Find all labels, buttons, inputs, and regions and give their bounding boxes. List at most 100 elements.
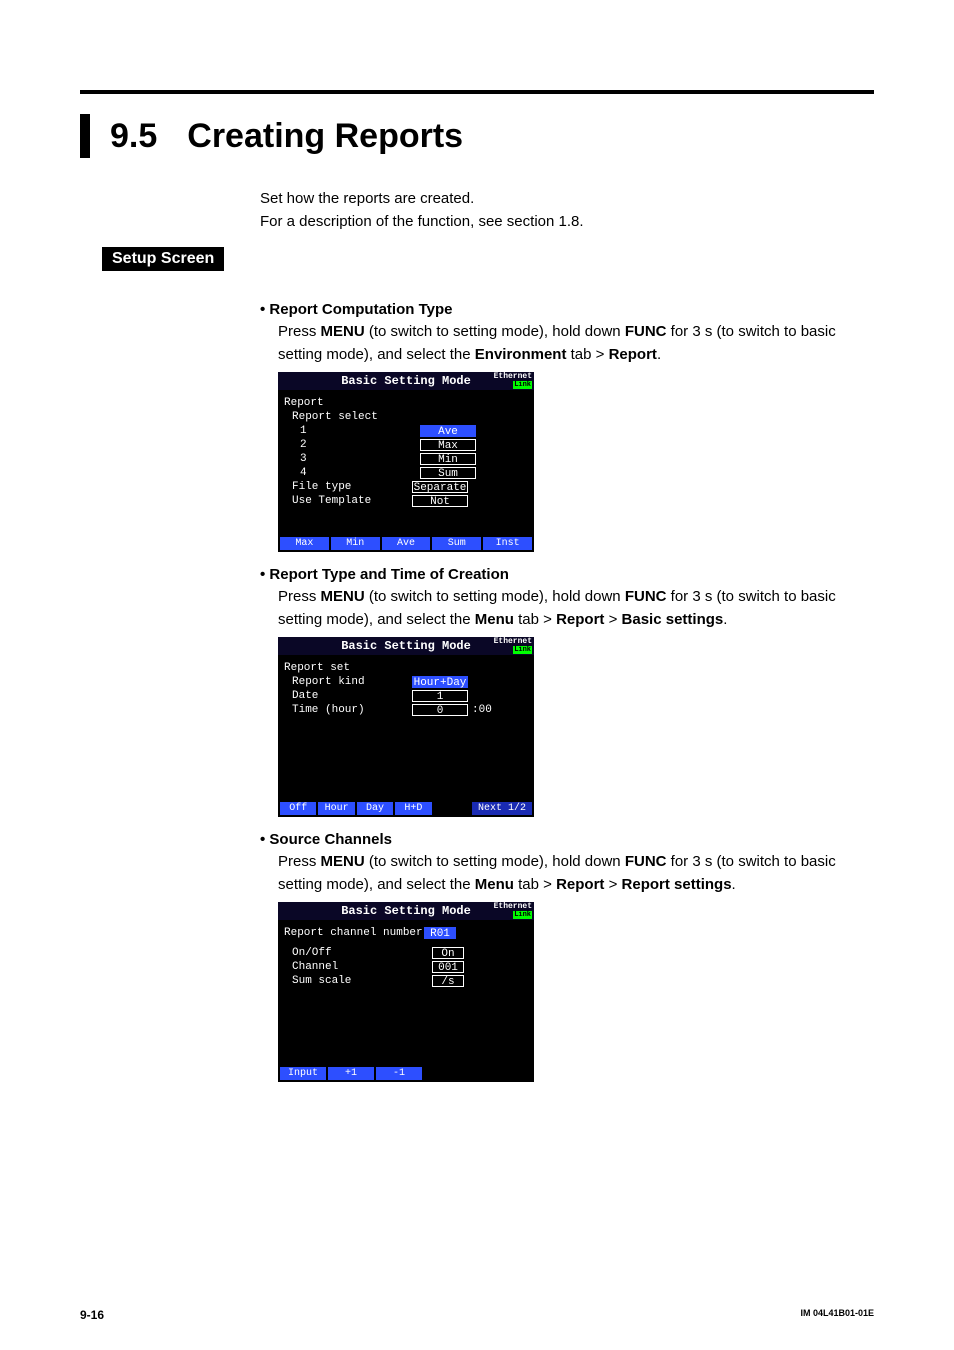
t: Press [278, 588, 321, 605]
t: Ethernet [494, 373, 532, 381]
t: > [604, 611, 621, 628]
section-header: 9.5 Creating Reports [80, 114, 874, 158]
t: (to switch to setting mode), hold down [365, 853, 625, 870]
softkey[interactable]: H+D [395, 802, 431, 815]
t: On/Off [284, 947, 432, 959]
shot1-footer: Max Min Ave Sum Inst [278, 535, 534, 552]
softkey[interactable]: Off [280, 802, 316, 815]
item-1: Report Computation Type Press MENU (to s… [260, 301, 874, 1082]
t: tab > [514, 876, 556, 893]
softkey[interactable]: Day [357, 802, 393, 815]
field[interactable]: Min [420, 453, 476, 465]
field[interactable]: /s [432, 975, 464, 987]
t: MENU [321, 323, 365, 340]
t: Press [278, 323, 321, 340]
t: MENU [321, 853, 365, 870]
section-title: Creating Reports [187, 114, 463, 158]
t: (to switch to setting mode), hold down [365, 323, 625, 340]
softkey[interactable]: -1 [376, 1067, 422, 1080]
item-3-instruction: Press MENU (to switch to setting mode), … [278, 851, 874, 896]
softkey[interactable]: Ave [382, 537, 431, 550]
field[interactable]: Max [420, 439, 476, 451]
screenshot-3: Basic Setting Mode Ethernet Link Report … [278, 902, 534, 1082]
shot-title: Basic Setting Mode [341, 904, 471, 918]
softkey[interactable]: Input [280, 1067, 326, 1080]
t: Date [284, 690, 412, 702]
intro-text: Set how the reports are created. For a d… [260, 188, 874, 233]
t: (to switch to setting mode), hold down [365, 588, 625, 605]
section-bar [80, 114, 90, 158]
field[interactable]: 1 [412, 690, 468, 702]
item-1-heading: Report Computation Type [260, 301, 874, 318]
t: Report kind [284, 676, 412, 688]
t: Environment [475, 346, 567, 363]
shot-title: Basic Setting Mode [341, 374, 471, 388]
field-selected[interactable]: R01 [424, 927, 456, 939]
t: tab > [566, 346, 608, 363]
softkey[interactable]: Hour [318, 802, 354, 815]
field-selected[interactable]: Ave [420, 425, 476, 437]
shot3-h1: Report channel number [284, 927, 424, 939]
softkey[interactable]: Inst [483, 537, 532, 550]
softkey[interactable]: +1 [328, 1067, 374, 1080]
spacer [424, 1067, 532, 1080]
page-number: 9-16 [80, 1308, 104, 1322]
ethernet-indicator: Ethernet Link [494, 373, 532, 389]
t: MENU [321, 588, 365, 605]
screenshot-2: Basic Setting Mode Ethernet Link Report … [278, 637, 534, 817]
field[interactable]: Not [412, 495, 468, 507]
t: 3 [284, 453, 420, 465]
item-1-instruction: Press MENU (to switch to setting mode), … [278, 321, 874, 366]
t: Use Template [284, 495, 412, 507]
t: Channel [284, 961, 432, 973]
shot2-h1: Report set [284, 662, 404, 674]
softkey-next[interactable]: Next 1/2 [472, 802, 532, 815]
field[interactable]: Sum [420, 467, 476, 479]
t: Link [513, 646, 532, 654]
t: Report [556, 611, 604, 628]
shot-2-titlebar: Basic Setting Mode Ethernet Link [278, 637, 534, 655]
shot-3-body: Report channel numberR01 On/OffOn Channe… [278, 920, 534, 1048]
t: Report settings [622, 876, 732, 893]
t: 1 [284, 425, 420, 437]
t: Time (hour) [284, 704, 412, 716]
t: FUNC [625, 323, 667, 340]
t: tab > [514, 611, 556, 628]
t: Report [609, 346, 657, 363]
t: Sum scale [284, 975, 432, 987]
t: . [723, 611, 727, 628]
shot-title: Basic Setting Mode [341, 639, 471, 653]
screenshot-1: Basic Setting Mode Ethernet Link Report … [278, 372, 534, 552]
ethernet-indicator: Ethernet Link [494, 903, 532, 919]
t: 2 [284, 439, 420, 451]
softkey[interactable]: Max [280, 537, 329, 550]
softkey[interactable]: Sum [432, 537, 481, 550]
field-selected[interactable]: Hour+Day [412, 676, 468, 688]
t: Menu [475, 876, 514, 893]
t: Basic settings [622, 611, 724, 628]
item-2-instruction: Press MENU (to switch to setting mode), … [278, 586, 874, 631]
shot1-h1: Report [284, 397, 404, 409]
field[interactable]: On [432, 947, 464, 959]
ethernet-indicator: Ethernet Link [494, 638, 532, 654]
field[interactable]: 0 [412, 704, 468, 716]
intro-line-2: For a description of the function, see s… [260, 211, 874, 234]
setup-screen-label: Setup Screen [102, 247, 224, 271]
page: 9.5 Creating Reports Set how the reports… [0, 0, 954, 1350]
shot1-h2: Report select [284, 411, 412, 423]
t: . [657, 346, 661, 363]
t: FUNC [625, 853, 667, 870]
intro-line-1: Set how the reports are created. [260, 188, 874, 211]
page-footer: 9-16 IM 04L41B01-01E [80, 1308, 874, 1322]
item-2-heading: Report Type and Time of Creation [260, 566, 874, 583]
field[interactable]: 001 [432, 961, 464, 973]
field[interactable]: Separate [412, 481, 468, 493]
shot-2-body: Report set Report kindHour+Day Date1 Tim… [278, 655, 534, 777]
t: File type [284, 481, 412, 493]
softkey[interactable]: Min [331, 537, 380, 550]
t: FUNC [625, 588, 667, 605]
t: Report [556, 876, 604, 893]
section-number: 9.5 [110, 114, 157, 158]
shot2-footer: Off Hour Day H+D Next 1/2 [278, 800, 534, 817]
shot3-footer: Input +1 -1 [278, 1065, 534, 1082]
